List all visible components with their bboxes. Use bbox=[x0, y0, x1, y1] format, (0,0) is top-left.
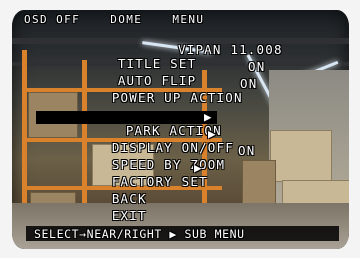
speed-by-zoom-value: ON bbox=[238, 143, 256, 158]
menu-item-title-set[interactable]: TITLE SET bbox=[48, 43, 196, 71]
power-up-action-value: ON bbox=[240, 76, 258, 91]
footer-hint-text: SELECT→NEAR/RIGHT ▶ SUB MENU bbox=[34, 227, 245, 241]
title-set-value: VIPAN 11.008 bbox=[178, 42, 283, 57]
osd-status: OSD OFF bbox=[24, 13, 81, 26]
menu-item-label: POWER UP ACTION bbox=[111, 90, 243, 105]
menu-item-auto-flip[interactable]: AUTO FLIP bbox=[48, 60, 196, 88]
auto-flip-value: ON bbox=[248, 59, 266, 74]
menu-item-factory-set[interactable]: FACTORY SET bbox=[42, 161, 208, 189]
submenu-arrow-icon: ▶ bbox=[194, 160, 203, 175]
camera-video-feed: OSD OFF DOME MENU TITLE SET VIPAN 11.008… bbox=[12, 10, 349, 249]
menu-item-speed-by-zoom[interactable]: SPEED BY ZOOM bbox=[42, 144, 225, 172]
menu-group-label: DOME bbox=[110, 13, 143, 26]
menu-item-power-up-action[interactable]: POWER UP ACTION bbox=[42, 77, 243, 105]
menu-title: MENU bbox=[172, 13, 205, 26]
osd-header: OSD OFF DOME MENU bbox=[24, 13, 226, 26]
menu-item-park-action[interactable]: PARK ACTION bbox=[56, 110, 222, 138]
menu-item-exit[interactable]: EXIT bbox=[42, 195, 147, 223]
menu-item-back[interactable]: BACK bbox=[42, 178, 147, 206]
osd-menu: OSD OFF DOME MENU TITLE SET VIPAN 11.008… bbox=[12, 10, 349, 249]
submenu-arrow-icon: ▶ bbox=[204, 109, 213, 124]
menu-item-label: EXIT bbox=[111, 208, 147, 223]
menu-item-display-on-off[interactable]: DISPLAY ON/OFF bbox=[42, 127, 234, 155]
submenu-arrow-icon: ▶ bbox=[208, 126, 217, 141]
monitor-frame: OSD OFF DOME MENU TITLE SET VIPAN 11.008… bbox=[0, 0, 360, 258]
